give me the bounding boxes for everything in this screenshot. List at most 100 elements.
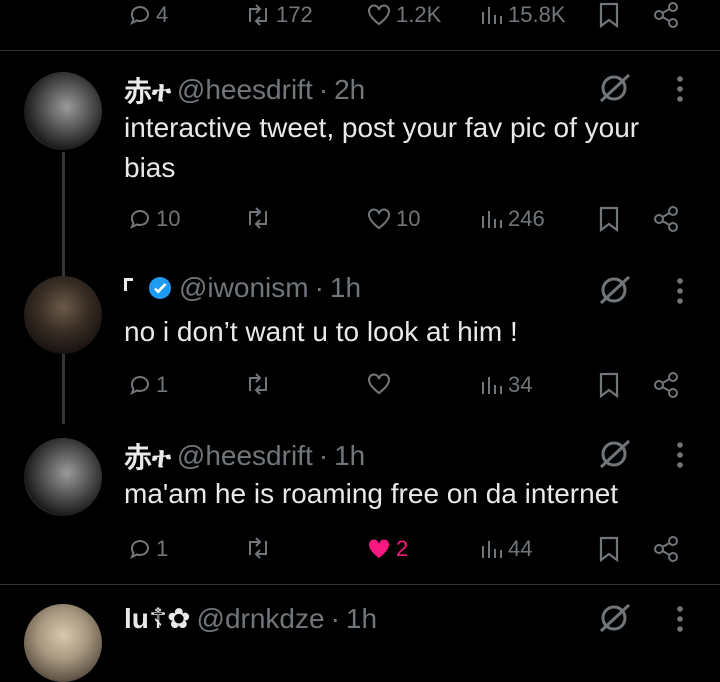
separator: · (330, 602, 340, 634)
tweet-text: ma'am he is roaming free on da internet (124, 478, 619, 509)
grok-icon (599, 275, 631, 305)
name-truncation-mark (124, 277, 133, 291)
like-count: 1.2K (396, 2, 442, 27)
avatar[interactable] (24, 438, 102, 516)
divider (0, 584, 720, 585)
more-options-button[interactable] (668, 440, 692, 475)
heart-filled-icon (368, 539, 390, 558)
repost-icon (249, 537, 267, 559)
bookmark-button[interactable] (598, 372, 620, 398)
reply-icon (130, 210, 149, 230)
share-button[interactable] (652, 206, 680, 232)
reply-icon (130, 376, 149, 396)
reply-count: 10 (156, 206, 181, 231)
views-button[interactable]: 246 (480, 206, 545, 232)
reply-count: 4 (156, 2, 169, 27)
grok-icon (599, 73, 631, 103)
share-icon (654, 536, 678, 562)
reply-button[interactable]: 10 (128, 206, 180, 232)
repost-count: 172 (276, 2, 313, 27)
grok-button[interactable] (598, 438, 632, 475)
tweet-text: interactive tweet, post your fav pic of … (124, 112, 640, 183)
share-button[interactable] (652, 536, 680, 562)
grok-button[interactable] (598, 72, 632, 109)
tweet-header: 赤ተ @heesdrift · 1h (124, 436, 365, 476)
heart-icon (368, 208, 390, 230)
views-button[interactable]: 15.8K (480, 2, 566, 28)
more-options-button[interactable] (668, 74, 692, 109)
share-icon (654, 206, 678, 232)
avatar[interactable] (24, 72, 102, 150)
avatar[interactable] (24, 276, 102, 354)
share-icon (654, 2, 678, 28)
display-name[interactable]: 赤ተ (124, 436, 171, 476)
like-button[interactable] (366, 372, 392, 396)
more-icon (677, 442, 683, 468)
repost-button[interactable] (244, 536, 272, 560)
views-button[interactable]: 44 (480, 536, 532, 562)
repost-icon (249, 4, 267, 26)
repost-icon (249, 373, 267, 395)
more-options-button[interactable] (668, 604, 692, 639)
more-options-button[interactable] (668, 276, 692, 311)
separator: · (314, 272, 324, 303)
timestamp[interactable]: 1h (330, 272, 361, 304)
bookmark-button[interactable] (598, 206, 620, 232)
views-count: 44 (508, 536, 533, 561)
timestamp[interactable]: 1h (334, 440, 365, 472)
repost-button[interactable] (244, 372, 272, 396)
views-button[interactable]: 34 (480, 372, 532, 398)
like-button[interactable]: 1.2K (366, 2, 441, 28)
like-button-liked[interactable]: 2 (366, 536, 408, 562)
bookmark-icon (599, 206, 619, 232)
grok-button[interactable] (598, 274, 632, 311)
reply-count: 1 (156, 536, 169, 561)
reply-icon (130, 6, 149, 26)
reply-icon (130, 540, 149, 560)
divider (0, 50, 720, 51)
more-icon (677, 76, 683, 102)
repost-icon (249, 207, 267, 229)
heart-icon (368, 4, 390, 26)
timestamp[interactable]: 1h (346, 603, 377, 635)
tweet-header: lu☦✿ @drnkdze · 1h (124, 602, 377, 635)
bookmark-icon (599, 372, 619, 398)
views-count: 246 (508, 206, 545, 231)
handle[interactable]: @heesdrift (177, 440, 313, 472)
separator: · (318, 74, 329, 105)
reply-button[interactable]: 4 (128, 2, 168, 28)
display-name[interactable]: lu☦✿ (124, 602, 191, 635)
share-button[interactable] (652, 2, 680, 28)
views-icon (482, 377, 502, 394)
heart-icon (368, 373, 390, 395)
more-icon (677, 278, 683, 304)
grok-button[interactable] (598, 602, 632, 639)
avatar[interactable] (24, 604, 102, 682)
like-button[interactable]: 10 (366, 206, 420, 232)
tweet-text: no i don’t want u to look at him ! (124, 316, 518, 347)
display-name[interactable]: 赤ተ (124, 70, 171, 110)
bookmark-button[interactable] (598, 536, 620, 562)
timestamp[interactable]: 2h (334, 74, 365, 106)
bookmark-button[interactable] (598, 2, 620, 28)
more-icon (677, 606, 683, 632)
grok-icon (599, 603, 631, 633)
handle[interactable]: @drnkdze (197, 603, 325, 635)
views-icon (482, 7, 502, 24)
reply-button[interactable]: 1 (128, 372, 168, 398)
grok-icon (599, 439, 631, 469)
repost-button[interactable]: 172 (244, 2, 313, 28)
handle[interactable]: @heesdrift (177, 74, 313, 106)
bookmark-icon (599, 536, 619, 562)
bookmark-icon (599, 2, 619, 28)
reply-button[interactable]: 1 (128, 536, 168, 562)
views-count: 15.8K (508, 2, 566, 27)
views-count: 34 (508, 372, 533, 397)
repost-button[interactable] (244, 206, 272, 230)
handle[interactable]: @iwonism (179, 272, 309, 304)
verified-badge-icon (149, 277, 171, 299)
views-icon (482, 211, 502, 228)
tweet-header: @iwonism · 1h (124, 272, 361, 304)
views-icon (482, 541, 502, 558)
share-button[interactable] (652, 372, 680, 398)
